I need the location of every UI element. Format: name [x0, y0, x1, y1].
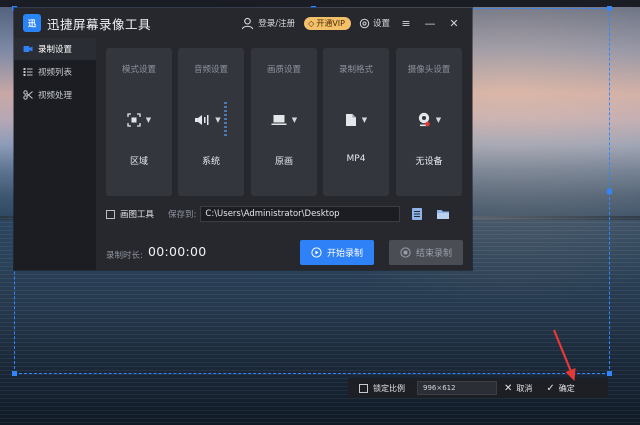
resize-handle-right[interactable] — [607, 189, 612, 194]
hamburger-menu-icon[interactable]: ≡ — [400, 17, 412, 30]
minimize-icon[interactable]: — — [424, 17, 436, 30]
file-icon — [345, 114, 356, 126]
gear-icon[interactable] — [359, 18, 370, 29]
close-icon[interactable]: ✕ — [448, 17, 460, 30]
save-to-label: 保存到: — [168, 210, 197, 220]
red-arrow-annotation — [552, 329, 576, 381]
sidebar-item-label: 录制设置 — [38, 45, 73, 55]
stop-recording-label: 结束录制 — [415, 249, 452, 259]
card-quality-settings[interactable]: 画质设置 ▼ 原画 — [251, 48, 317, 196]
vip-label: 开通VIP — [316, 18, 345, 28]
check-icon[interactable]: ✓ — [546, 383, 554, 394]
settings-cards: 模式设置 ▼ 区域 音频设置 ▼ 系统 画质设置 ▼ 原画 录制格式 ▼ MP4… — [106, 48, 462, 196]
scissors-icon — [23, 90, 33, 100]
card-value: 无设备 — [415, 157, 443, 167]
annotate-tool-label: 画图工具 — [120, 210, 155, 220]
lock-ratio-checkbox[interactable] — [359, 383, 368, 393]
title-bar[interactable]: 迅 迅捷屏幕录像工具 登录/注册 ◇ 开通VIP 设置 ≡ — ✕ — [14, 8, 472, 38]
vip-button[interactable]: ◇ 开通VIP — [304, 16, 351, 30]
recorder-window: 迅 迅捷屏幕录像工具 登录/注册 ◇ 开通VIP 设置 ≡ — ✕ 录制设置 视… — [14, 8, 472, 270]
card-title: 摄像头设置 — [407, 65, 451, 75]
stop-icon — [400, 247, 411, 258]
sidebar-item-label: 视频处理 — [38, 91, 73, 101]
card-title: 录制格式 — [338, 65, 373, 75]
sidebar: 录制设置 视频列表 视频处理 — [14, 38, 96, 270]
card-title: 画质设置 — [266, 65, 301, 75]
lock-ratio-label: 锁定比例 — [373, 383, 405, 393]
save-path-field[interactable]: C:\Users\Administrator\Desktop — [200, 206, 401, 222]
card-title: 音频设置 — [193, 65, 228, 75]
resize-handle-bottom-right[interactable] — [607, 371, 612, 376]
card-value: 原画 — [274, 157, 293, 167]
folder-icon[interactable] — [436, 207, 450, 221]
laptop-icon — [271, 115, 287, 125]
card-value: MP4 — [346, 154, 366, 164]
sidebar-item-video-processing[interactable]: 视频处理 — [14, 84, 96, 106]
settings-link[interactable]: 设置 — [373, 17, 390, 29]
sidebar-item-record-settings[interactable]: 录制设置 — [14, 38, 96, 60]
diamond-icon: ◇ — [308, 18, 315, 28]
play-icon — [311, 247, 322, 258]
top-screen-strip — [0, 0, 640, 7]
start-recording-label: 开始录制 — [326, 249, 363, 259]
card-title: 模式设置 — [121, 65, 156, 75]
camera-icon — [23, 46, 33, 52]
login-link[interactable]: 登录/注册 — [258, 17, 295, 29]
cancel-button[interactable]: 取消 — [516, 383, 532, 394]
chevron-down-icon[interactable]: ▼ — [146, 116, 151, 124]
webcam-icon — [418, 112, 430, 127]
sidebar-item-video-list[interactable]: 视频列表 — [14, 61, 96, 83]
annotate-tool-checkbox[interactable] — [106, 209, 115, 219]
app-title: 迅捷屏幕录像工具 — [47, 16, 152, 32]
list-icon — [23, 68, 33, 76]
user-icon[interactable] — [241, 17, 254, 30]
confirm-button[interactable]: 确定 — [559, 383, 575, 394]
card-value: 系统 — [201, 157, 220, 167]
chevron-down-icon[interactable]: ▼ — [362, 116, 367, 124]
main-panel: 模式设置 ▼ 区域 音频设置 ▼ 系统 画质设置 ▼ 原画 录制格式 ▼ MP4… — [96, 38, 472, 270]
duration-label: 录制时长: — [106, 251, 143, 261]
card-webcam-settings[interactable]: 摄像头设置 ▼ 无设备 — [396, 48, 462, 196]
region-select-icon — [127, 113, 141, 127]
card-format-settings[interactable]: 录制格式 ▼ MP4 — [323, 48, 389, 196]
card-audio-settings[interactable]: 音频设置 ▼ 系统 — [178, 48, 244, 196]
chevron-down-icon[interactable]: ▼ — [292, 116, 297, 124]
file-list-icon[interactable] — [410, 207, 424, 221]
duration-value: 00:00:00 — [148, 244, 207, 259]
chevron-down-icon[interactable]: ▼ — [436, 116, 441, 124]
chevron-down-icon[interactable]: ▼ — [215, 116, 220, 124]
close-icon[interactable]: ✕ — [504, 383, 512, 394]
save-path-row: 画图工具 保存到: C:\Users\Administrator\Desktop — [106, 206, 462, 222]
card-value: 区域 — [129, 157, 148, 167]
speaker-icon — [195, 115, 209, 125]
sidebar-item-label: 视频列表 — [38, 68, 73, 78]
volume-meter-icon — [223, 102, 227, 136]
stop-recording-button[interactable]: 结束录制 — [389, 240, 463, 265]
card-mode-settings[interactable]: 模式设置 ▼ 区域 — [106, 48, 172, 196]
app-logo: 迅 — [23, 14, 41, 32]
resize-handle-top-right[interactable] — [607, 6, 612, 11]
start-recording-button[interactable]: 开始录制 — [300, 240, 374, 265]
resize-handle-bottom-left[interactable] — [12, 371, 17, 376]
capture-size-field[interactable]: 996×612 — [417, 381, 497, 395]
